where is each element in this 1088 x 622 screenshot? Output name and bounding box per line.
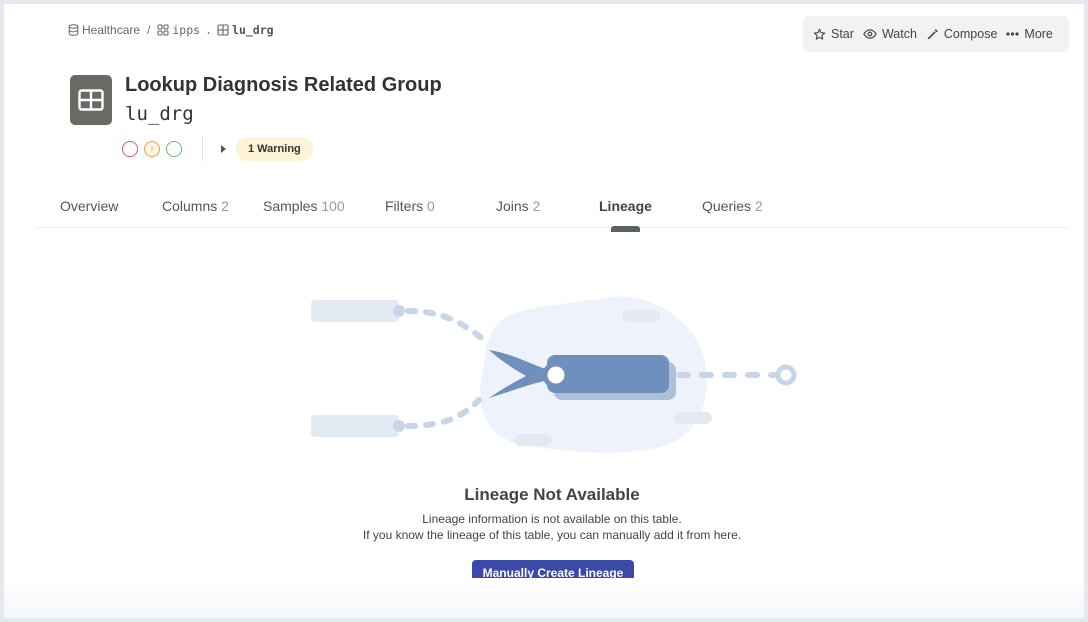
tab-lineage-label: Lineage (599, 198, 652, 214)
compose-button[interactable]: Compose (926, 27, 998, 41)
watch-button[interactable]: Watch (863, 27, 917, 41)
tab-samples-label: Samples (263, 198, 318, 214)
breadcrumb: Healthcare / ipps . lu_drg (68, 21, 274, 39)
more-button[interactable]: More (1006, 27, 1053, 41)
star-button[interactable]: Star (813, 27, 854, 41)
empty-state-title: Lineage Not Available (464, 485, 640, 504)
tab-overview[interactable]: Overview (60, 198, 118, 214)
app-frame: Healthcare / ipps . lu_drg Star Watch Co… (4, 4, 1084, 618)
tab-joins-label: Joins (496, 198, 529, 214)
page-title: Lookup Diagnosis Related Group (125, 74, 442, 96)
breadcrumb-schema-label: ipps (172, 23, 201, 37)
tab-samples[interactable]: Samples 100 (263, 198, 345, 214)
table-entity-icon (70, 75, 112, 125)
expand-caret-icon[interactable] (221, 145, 226, 153)
breadcrumb-table[interactable]: lu_drg (217, 23, 274, 37)
active-tab-indicator (611, 226, 640, 232)
empty-state-hint: If you know the lineage of this table, y… (362, 528, 742, 542)
schema-grid-icon (157, 24, 169, 36)
empty-state-description: Lineage information is not available on … (422, 512, 682, 526)
error-status-icon[interactable] (122, 141, 138, 157)
tab-samples-count: 100 (321, 198, 345, 214)
compose-label: Compose (943, 27, 998, 41)
tab-queries-count: 2 (754, 198, 763, 214)
breadcrumb-platform-label: Healthcare (82, 23, 141, 37)
star-label: Star (831, 27, 854, 41)
tab-lineage[interactable]: Lineage (599, 198, 652, 214)
pen-icon (927, 28, 938, 39)
eye-icon (863, 29, 877, 39)
more-dots-icon (1006, 32, 1020, 36)
breadcrumb-table-label: lu_drg (232, 23, 274, 37)
tab-columns-label: Columns (162, 198, 218, 214)
tab-filters[interactable]: Filters 0 (385, 198, 435, 214)
breadcrumb-schema[interactable]: ipps (157, 23, 200, 37)
database-icon (68, 24, 79, 36)
tab-queries-label: Queries (702, 198, 752, 214)
lineage-empty-illustration-icon (311, 296, 797, 453)
tab-bar: Overview Columns 2 Samples 100 Filters 0… (36, 192, 1069, 228)
tab-joins-count: 2 (532, 198, 541, 214)
breadcrumb-separator: / (147, 23, 151, 37)
tab-filters-count: 0 (427, 198, 435, 214)
breadcrumb-dot: . (205, 23, 213, 37)
tab-overview-label: Overview (60, 198, 119, 214)
actions-bar: Star Watch Compose More (803, 16, 1069, 52)
watch-label: Watch (881, 27, 917, 41)
tab-queries[interactable]: Queries 2 (702, 198, 763, 214)
tab-columns[interactable]: Columns 2 (162, 198, 229, 214)
divider (202, 137, 203, 161)
bottom-fade (4, 578, 1084, 618)
tab-columns-count: 2 (221, 198, 229, 214)
tab-joins[interactable]: Joins 2 (496, 198, 540, 214)
breadcrumb-platform[interactable]: Healthcare (68, 23, 140, 37)
table-icon (217, 24, 229, 36)
warning-status-icon[interactable]: ! (144, 141, 160, 157)
more-label: More (1024, 27, 1053, 41)
success-status-icon[interactable] (166, 141, 182, 157)
tab-filters-label: Filters (385, 198, 424, 214)
status-row: ! 1 Warning (122, 136, 313, 162)
table-name: lu_drg (125, 103, 194, 125)
warning-badge[interactable]: 1 Warning (236, 137, 313, 161)
star-icon (813, 28, 826, 40)
